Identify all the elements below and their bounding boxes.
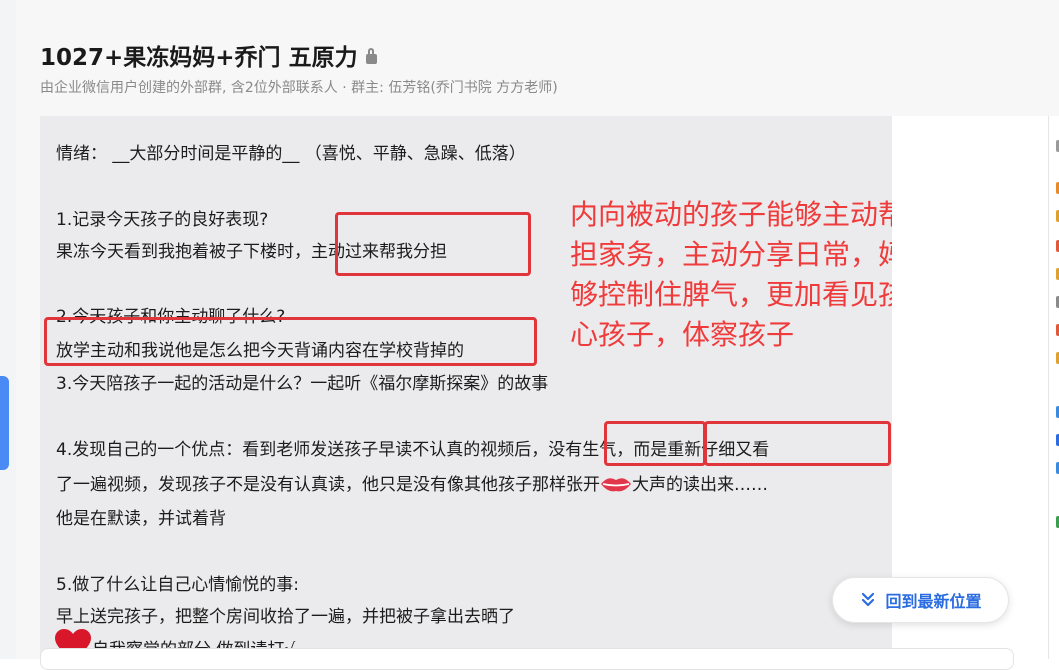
message-line: 情绪： __大部分时间是平静的__ （喜悦、平静、急躁、低落）	[56, 144, 526, 164]
back-to-latest-label: 回到最新位置	[885, 592, 982, 611]
highlight-box	[335, 212, 531, 276]
left-rail	[0, 0, 17, 659]
highlight-box	[44, 317, 537, 366]
lock-icon	[365, 48, 377, 64]
chat-header: 1027+果冻妈妈+乔门 五原力 由企业微信用户创建的外部群, 含2位外部联系人…	[16, 0, 1059, 117]
lips-icon	[601, 478, 631, 492]
message-line: 了一遍视频，发现孩子不是没有认真读，他只是没有像其他孩子那样张开	[56, 475, 600, 495]
page-title: 1027+果冻妈妈+乔门 五原力	[40, 38, 377, 72]
message-line: 1.记录今天孩子的良好表现?	[56, 210, 269, 230]
message-line: 3.今天陪孩子一起的活动是什么？一起听《福尔摩斯探案》的故事	[56, 374, 549, 394]
message-input-bar[interactable]	[40, 648, 1014, 670]
highlight-box	[704, 421, 891, 466]
message-line: 大声的读出来……	[632, 475, 768, 495]
highlight-box	[604, 421, 706, 466]
rail-tab[interactable]	[0, 376, 9, 470]
message-line: 5.做了什么让自己心情愉悦的事:	[56, 575, 299, 595]
back-to-latest-button[interactable]: 回到最新位置	[832, 577, 1009, 623]
message-line: 他是在默读，并试着背	[56, 509, 226, 529]
double-chevron-down-icon	[862, 592, 875, 607]
group-subtitle: 由企业微信用户创建的外部群, 含2位外部联系人 · 群主: 伍芳铭(乔门书院 方…	[40, 80, 558, 96]
right-divider	[1048, 116, 1049, 659]
message-line: 早上送完孩子，把整个房间收拾了一遍，并把被子拿出去晒了	[56, 607, 515, 627]
group-title: 1027+果冻妈妈+乔门 五原力	[40, 45, 358, 71]
